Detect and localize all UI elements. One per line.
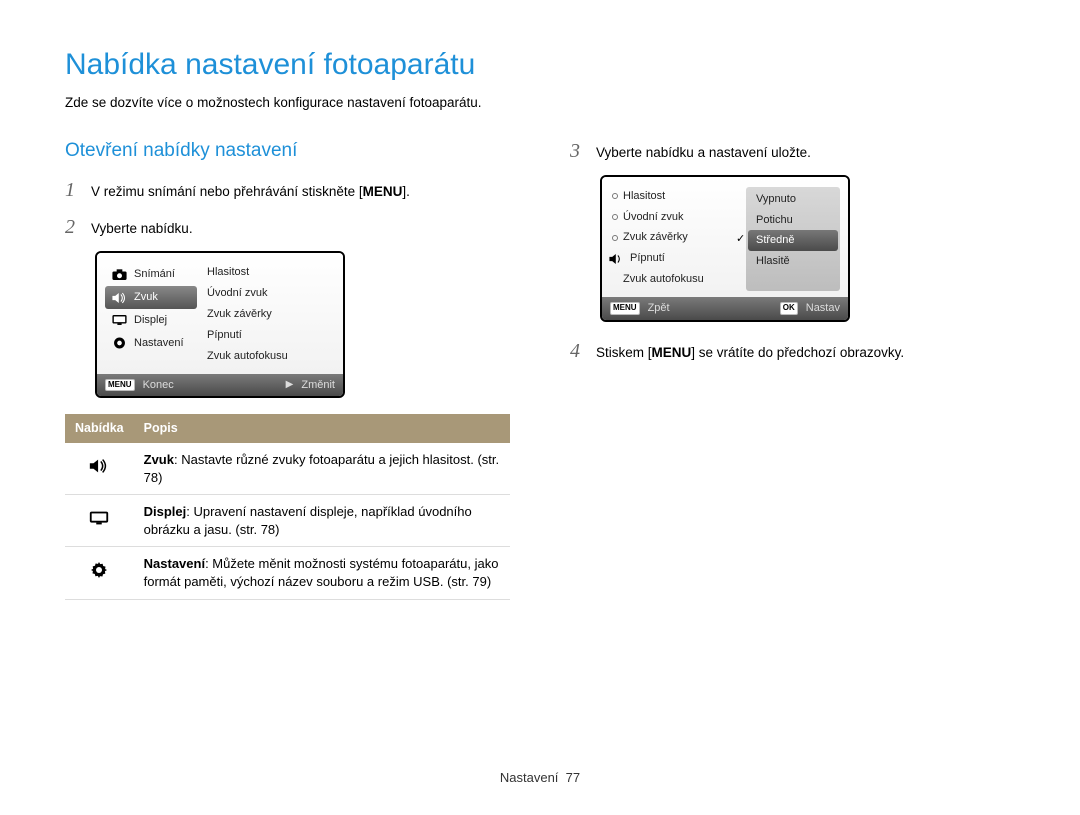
opt-zaverky[interactable]: Zvuk závěrky	[610, 228, 738, 249]
table-row: Zvuk: Nastavte různé zvuky fotoaparátu a…	[65, 443, 510, 495]
section-heading: Otevření nabídky nastavení	[65, 138, 510, 164]
row-rest: : Nastavte různé zvuky fotoaparátu a jej…	[144, 452, 500, 485]
option-zvuk-zaverky[interactable]: Zvuk závěrky	[205, 305, 335, 326]
speaker-icon	[111, 291, 128, 305]
menu-label: Nastavení	[134, 336, 184, 351]
table-row: Displej: Upravení nastavení displeje, na…	[65, 495, 510, 547]
step1-pre: V režimu snímání nebo přehrávání stiskně…	[91, 184, 363, 199]
step3-text: Vyberte nabídku a nastavení uložte.	[596, 144, 811, 162]
step2-text: Vyberte nabídku.	[91, 220, 193, 238]
val-hlasite[interactable]: Hlasitě	[748, 251, 838, 272]
option-zvuk-autofokusu[interactable]: Zvuk autofokusu	[205, 347, 335, 368]
gear-icon	[65, 547, 134, 599]
left-column: Otevření nabídky nastavení 1 V režimu sn…	[65, 138, 510, 600]
menu-label: Displej	[134, 313, 167, 328]
camera-icon	[111, 268, 128, 282]
monitor-icon	[65, 495, 134, 547]
th-popis: Popis	[134, 414, 510, 443]
menu-label: Snímání	[134, 267, 175, 282]
menu-item-zvuk[interactable]: Zvuk	[105, 286, 197, 309]
menu-key: MENU	[652, 345, 692, 360]
arrow-right-icon: ▶	[286, 378, 294, 392]
menu-key: MENU	[363, 184, 403, 199]
val-potichu[interactable]: Potichu	[748, 210, 838, 231]
step4-post: ] se vrátíte do předchozí obrazovky.	[691, 345, 904, 360]
val-vypnuto[interactable]: Vypnuto	[748, 189, 838, 210]
option-pipnuti[interactable]: Pípnutí	[205, 326, 335, 347]
menu-key-badge: MENU	[610, 302, 640, 315]
option-uvodni-zvuk[interactable]: Úvodní zvuk	[205, 284, 335, 305]
step-number: 1	[65, 177, 81, 204]
step-number: 2	[65, 214, 81, 241]
footer-zmenit[interactable]: Změnit	[301, 378, 335, 393]
th-nabidka: Nabídka	[65, 414, 134, 443]
ok-key-badge: OK	[780, 302, 798, 315]
opt-uvodni[interactable]: Úvodní zvuk	[610, 208, 738, 229]
row-rest: : Upravení nastavení displeje, například…	[144, 504, 472, 537]
row-bold: Displej	[144, 504, 187, 519]
right-column: 3 Vyberte nabídku a nastavení uložte. Hl…	[570, 138, 1015, 600]
footer-zpet[interactable]: Zpět	[648, 301, 670, 316]
step-number: 4	[570, 338, 586, 365]
footer-section: Nastavení	[500, 770, 559, 785]
value-list: Vypnuto Potichu Středně Hlasitě	[746, 187, 840, 291]
page-title: Nabídka nastavení fotoaparátu	[65, 45, 1015, 86]
menu-item-snimani[interactable]: Snímání	[105, 263, 197, 286]
step4-pre: Stiskem [	[596, 345, 652, 360]
val-stredne[interactable]: Středně	[748, 230, 838, 251]
page-footer: Nastavení 77	[0, 769, 1080, 787]
menu-item-nastaveni[interactable]: Nastavení	[105, 332, 197, 355]
row-bold: Nastavení	[144, 556, 205, 571]
footer-page: 77	[566, 770, 580, 785]
step-2: 2 Vyberte nabídku.	[65, 214, 510, 241]
speaker-icon	[608, 252, 625, 266]
menu-label: Zvuk	[134, 290, 158, 305]
step-4: 4 Stiskem [MENU] se vrátíte do předchozí…	[570, 338, 1015, 365]
row-bold: Zvuk	[144, 452, 174, 467]
monitor-icon	[111, 313, 128, 327]
menu-description-table: Nabídka Popis Zvuk: Nastavte různé zvuky…	[65, 414, 510, 599]
step-1: 1 V režimu snímání nebo přehrávání stisk…	[65, 177, 510, 204]
table-row: Nastavení: Můžete měnit možnosti systému…	[65, 547, 510, 599]
step1-post: ].	[402, 184, 410, 199]
opt-autofokus[interactable]: Zvuk autofokusu	[610, 270, 738, 291]
menu-item-displej[interactable]: Displej	[105, 309, 197, 332]
footer-nastav[interactable]: Nastav	[806, 301, 840, 316]
opt-hlasitost[interactable]: Hlasitost	[610, 187, 738, 208]
gear-icon	[111, 336, 128, 350]
footer-konec[interactable]: Konec	[143, 378, 174, 393]
menu-key-badge: MENU	[105, 379, 135, 392]
option-hlasitost[interactable]: Hlasitost	[205, 263, 335, 284]
page-subtitle: Zde se dozvíte více o možnostech konfigu…	[65, 94, 1015, 112]
camera-screen-values: Hlasitost Úvodní zvuk Zvuk závěrky Pípnu…	[600, 175, 850, 322]
camera-screen-menu: Snímání Zvuk Displej	[95, 251, 345, 398]
step-3: 3 Vyberte nabídku a nastavení uložte.	[570, 138, 1015, 165]
speaker-icon	[65, 443, 134, 495]
step-number: 3	[570, 138, 586, 165]
opt-pipnuti[interactable]: Pípnutí	[610, 249, 738, 270]
